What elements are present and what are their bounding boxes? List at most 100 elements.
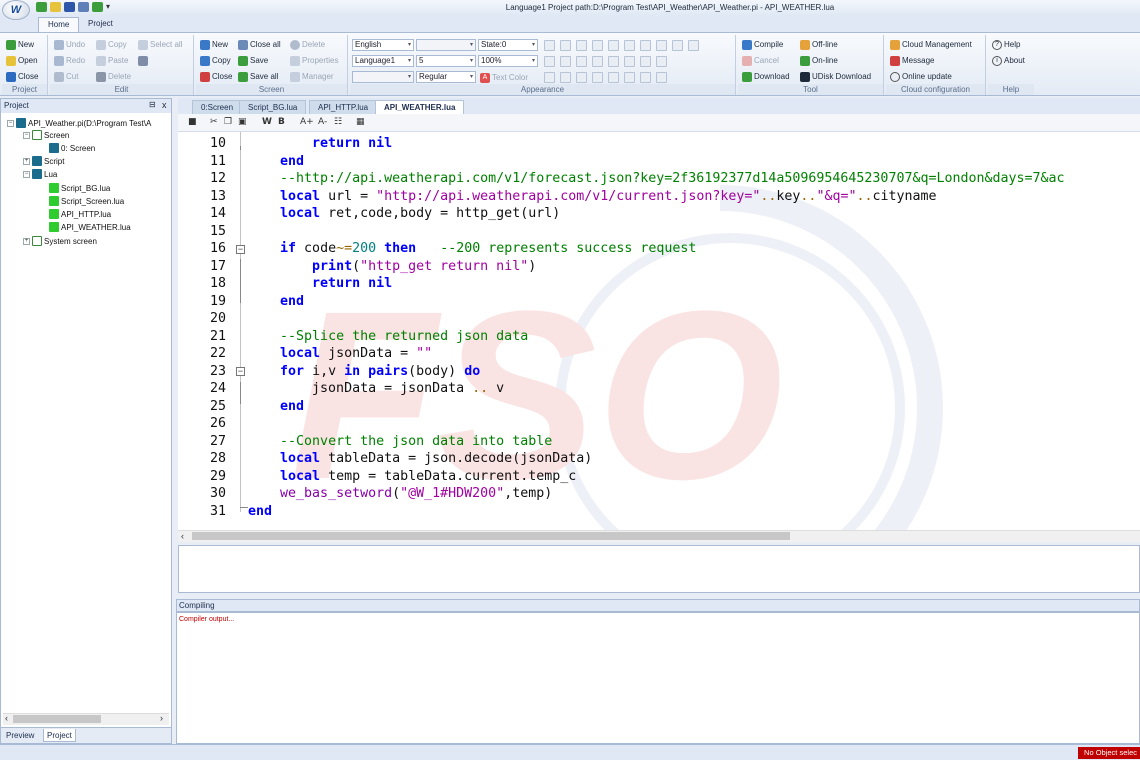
scroll-right-icon[interactable]: › <box>160 713 163 723</box>
project-new-button[interactable]: New <box>6 38 34 51</box>
about-button[interactable]: i About <box>992 54 1025 67</box>
copy-icon[interactable]: ❐ <box>224 117 232 127</box>
screen-close-button[interactable]: Close <box>200 70 232 83</box>
grid-icon[interactable] <box>592 56 603 67</box>
save-icon[interactable]: ■ <box>188 117 197 127</box>
download-button[interactable]: Download <box>742 70 790 83</box>
tab-api-weather[interactable]: API_WEATHER.lua <box>375 100 465 114</box>
tab-screen-0[interactable]: 0:Screen <box>192 100 243 114</box>
send-back-icon[interactable] <box>624 72 635 83</box>
tree-screen-0[interactable]: 0: Screen <box>49 142 95 154</box>
word-wrap-icon[interactable]: W <box>262 117 272 127</box>
tab-script-bg[interactable]: Script_BG.lua <box>239 100 307 114</box>
rotate-icon[interactable] <box>576 40 587 51</box>
lock-icon[interactable] <box>688 40 699 51</box>
download-icon[interactable] <box>92 2 103 12</box>
message-button[interactable]: Message <box>890 54 934 67</box>
screen-save-button[interactable]: Save <box>238 54 268 67</box>
font-size-select[interactable]: 5 ▾ <box>416 55 476 67</box>
circle-icon[interactable] <box>560 72 571 83</box>
layers-button[interactable] <box>138 54 148 67</box>
tree-lua-file[interactable]: Script_Screen.lua <box>49 195 124 207</box>
tab-project[interactable]: Project <box>79 17 122 32</box>
cancel-button[interactable]: Cancel <box>742 54 779 67</box>
tab-api-http[interactable]: API_HTTP.lua <box>309 100 378 114</box>
delete-button[interactable]: Delete <box>96 70 131 83</box>
blank-select[interactable]: ▾ <box>352 71 414 83</box>
save-icon[interactable] <box>64 2 75 12</box>
find-icon[interactable]: ▦ <box>356 117 365 127</box>
flip-icon[interactable] <box>576 72 587 83</box>
select-all-button[interactable]: Select all <box>138 38 182 51</box>
center-v-icon[interactable] <box>624 56 635 67</box>
justify-icon[interactable] <box>544 56 555 67</box>
compile-button[interactable]: Compile <box>742 38 783 51</box>
close-icon[interactable]: x <box>162 100 167 110</box>
height-icon[interactable] <box>640 56 651 67</box>
tree-lua-file[interactable]: API_HTTP.lua <box>49 208 111 220</box>
open-icon[interactable] <box>50 2 61 12</box>
cloud-management-button[interactable]: Cloud Management <box>890 38 972 51</box>
state-select[interactable]: State:0 ▾ <box>478 39 538 51</box>
project-open-button[interactable]: Open <box>6 54 38 67</box>
fold-collapse-icon[interactable]: − <box>236 367 245 376</box>
tree-lua-file[interactable]: API_WEATHER.lua <box>49 221 131 233</box>
tree-lua-file[interactable]: Script_BG.lua <box>49 182 110 194</box>
tree-root[interactable]: − API_Weather.pi(D:\Program Test\A <box>7 117 151 129</box>
help-button[interactable]: ? Help <box>992 38 1020 51</box>
font-select[interactable]: ▾ <box>416 39 476 51</box>
text-color-button[interactable]: A Text Color <box>480 71 528 84</box>
font-style-select[interactable]: Regular ▾ <box>416 71 476 83</box>
tab-home[interactable]: Home <box>38 17 80 32</box>
copy-button[interactable]: Copy <box>96 38 127 51</box>
width-icon[interactable] <box>672 40 683 51</box>
paste-icon[interactable]: ▣ <box>238 117 247 127</box>
size-icon[interactable] <box>656 56 667 67</box>
new-icon[interactable] <box>36 2 47 12</box>
align-bottom-icon[interactable] <box>608 40 619 51</box>
collapse-icon[interactable]: − <box>7 119 14 127</box>
group-icon[interactable] <box>640 72 651 83</box>
online-update-button[interactable]: Online update <box>890 70 952 83</box>
undo-rotate-icon[interactable] <box>592 40 603 51</box>
list-icon[interactable] <box>544 72 555 83</box>
fold-collapse-icon[interactable]: − <box>236 245 245 254</box>
tree-script[interactable]: + Script <box>23 155 64 167</box>
screen-delete-button[interactable]: Delete <box>290 38 325 51</box>
copy-format-icon[interactable] <box>560 56 571 67</box>
code-editor[interactable]: FSO − − 10 11 12 13 14 15 16 17 18 19 20 21 22 23 24 25… <box>178 132 1140 530</box>
spacing-icon[interactable] <box>656 40 667 51</box>
font-increase-icon[interactable]: A+ <box>300 117 314 127</box>
online-button[interactable]: On-line <box>800 54 838 67</box>
align-top-icon[interactable] <box>592 72 603 83</box>
cut-button[interactable]: Cut <box>54 70 78 83</box>
collapse-icon[interactable]: − <box>23 170 30 178</box>
scroll-left-icon[interactable]: ‹ <box>5 713 8 723</box>
screen-copy-button[interactable]: Copy <box>200 54 231 67</box>
bookmark-icon[interactable]: B <box>278 117 285 127</box>
distribute-icon[interactable] <box>624 40 635 51</box>
screen-properties-button[interactable]: Properties <box>290 54 338 67</box>
language-dup-select[interactable]: Language1 ▾ <box>352 55 414 67</box>
language-select[interactable]: English ▾ <box>352 39 414 51</box>
save-all-icon[interactable] <box>78 2 89 12</box>
editor-hscroll-thumb[interactable] <box>192 532 790 540</box>
collapse-icon[interactable]: − <box>23 131 30 139</box>
goto-line-icon[interactable]: ☷ <box>334 117 342 127</box>
cut-icon[interactable]: ✂ <box>210 117 218 127</box>
align-right-icon[interactable] <box>640 40 651 51</box>
tab-preview[interactable]: Preview <box>3 729 37 742</box>
redo-button[interactable]: Redo <box>54 54 85 67</box>
expand-icon[interactable]: + <box>23 237 30 245</box>
align-center-icon[interactable] <box>560 40 571 51</box>
tree-screen[interactable]: − Screen <box>23 129 69 141</box>
tab-project-panel[interactable]: Project <box>43 729 76 742</box>
zoom-select[interactable]: 100% ▾ <box>478 55 538 67</box>
paste-button[interactable]: Paste <box>96 54 128 67</box>
bring-front-icon[interactable] <box>608 72 619 83</box>
compiler-output-panel[interactable]: Compiler output... <box>176 612 1140 744</box>
undo-button[interactable]: Undo <box>54 38 85 51</box>
screen-manager-button[interactable]: Manager <box>290 70 334 83</box>
center-h-icon[interactable] <box>608 56 619 67</box>
tree-system-screen[interactable]: + System screen <box>23 235 97 247</box>
